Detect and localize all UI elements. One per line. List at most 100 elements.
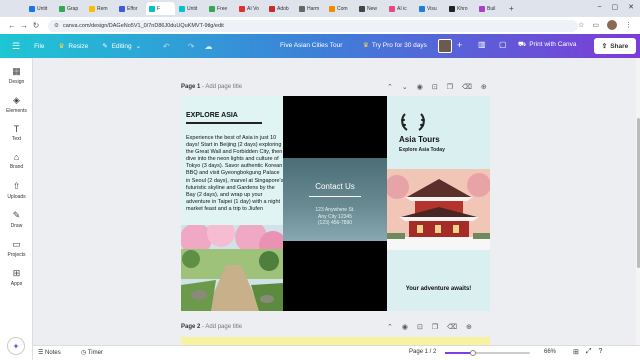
notes-button[interactable]: ☰ Notes	[38, 349, 61, 356]
chevron-down-icon[interactable]: ⌄	[402, 83, 408, 91]
sidebar-item-draw[interactable]: ✎ Draw	[0, 210, 33, 229]
site-info-icon[interactable]: ⚙	[54, 23, 59, 29]
duplicate-icon[interactable]: ❐	[432, 323, 438, 331]
collaborator-avatar[interactable]	[438, 39, 452, 53]
contact-panel[interactable]: Contact Us 123 Anywhere St. Any City 123…	[283, 158, 387, 241]
document-title[interactable]: Five Asian Cities Tour	[280, 42, 342, 49]
insights-icon[interactable]: ▥	[478, 40, 486, 49]
snowy-temple-image[interactable]	[387, 169, 490, 250]
brand-name[interactable]: Asia Tours	[399, 135, 440, 144]
sidebar-item-uploads[interactable]: ⇧ Uploads	[0, 181, 33, 200]
sidebar-item-projects[interactable]: ▭ Projects	[0, 239, 33, 258]
trash-icon[interactable]: ⌫	[462, 83, 472, 91]
zoom-slider[interactable]	[445, 350, 530, 356]
eye-icon[interactable]: ◉	[417, 83, 423, 91]
browser-tab[interactable]: AI ic	[386, 2, 415, 15]
browser-tab[interactable]: Untit	[26, 2, 55, 15]
chevron-up-icon[interactable]: ⌃	[387, 323, 393, 331]
browser-tab[interactable]: Free	[206, 2, 235, 15]
contact-title[interactable]: Contact Us	[283, 182, 387, 191]
browser-tab[interactable]: New	[356, 2, 385, 15]
comment-icon[interactable]: ▢	[499, 40, 507, 49]
tab-list: Untit Grap Rem Effor F Untit Free AI Vo Adob Harm…	[26, 2, 506, 15]
new-tab-button[interactable]: +	[509, 4, 514, 13]
browser-tab[interactable]: F	[146, 2, 175, 15]
lock-icon[interactable]: ⊡	[417, 323, 423, 331]
page-indicator[interactable]: Page 1 / 2	[409, 349, 436, 355]
page-number: Page 1	[181, 84, 201, 90]
add-collaborator-icon[interactable]: +	[457, 40, 462, 50]
browser-tab[interactable]: Adob	[266, 2, 295, 15]
laurel-wreath-icon[interactable]	[399, 112, 427, 132]
timer-button[interactable]: ◷ Timer	[81, 349, 103, 356]
add-page-icon[interactable]: ⊕	[481, 83, 487, 91]
contact-info[interactable]: 123 Anywhere St. Any City 12345 (123) 45…	[283, 207, 387, 227]
browser-tab[interactable]: Untit	[176, 2, 205, 15]
try-pro-button[interactable]: ♛ Try Pro for 30 days	[363, 41, 427, 50]
workspace-scrollbar[interactable]	[636, 58, 640, 345]
design-page-2[interactable]	[181, 337, 490, 345]
sidebar-item-design[interactable]: ▦ Design	[0, 66, 33, 85]
sidebar-item-brand[interactable]: ⌂ Brand	[0, 152, 33, 170]
trash-icon[interactable]: ⌫	[447, 323, 457, 331]
resize-button[interactable]: ♛ Resize	[58, 42, 89, 51]
sidebar-item-text[interactable]: T Text	[0, 124, 33, 142]
contact-phone: (123) 456-7890	[317, 220, 353, 226]
grid-view-icon[interactable]: ⊞	[573, 348, 579, 356]
back-icon[interactable]: ←	[6, 21, 18, 30]
reload-icon[interactable]: ↻	[30, 21, 42, 30]
print-button[interactable]: ⛟ Print with Canva	[518, 40, 577, 49]
help-icon[interactable]: ?	[598, 348, 602, 356]
zoom-slider-handle[interactable]	[470, 350, 477, 356]
duplicate-icon[interactable]: ❐	[447, 83, 453, 91]
browser-tab[interactable]: AI Vo	[236, 2, 265, 15]
editing-mode-dropdown[interactable]: ✎ Editing ⌄	[102, 42, 141, 51]
forward-icon[interactable]: →	[18, 21, 30, 30]
adventure-tagline[interactable]: Your adventure awaits!	[387, 286, 490, 292]
chevron-up-icon[interactable]: ⌃	[387, 83, 393, 91]
sidebar-item-elements[interactable]: ◈ Elements	[0, 95, 33, 114]
page-2-label[interactable]: Page 2 - Add page title	[181, 324, 242, 330]
minimize-icon[interactable]: –	[598, 3, 602, 11]
tab-favicon-icon	[119, 5, 125, 12]
zoom-level[interactable]: 66%	[544, 349, 556, 355]
page-title-placeholder[interactable]: Add page title	[205, 324, 242, 330]
browser-tab[interactable]: Harm	[296, 2, 325, 15]
magic-assistant-icon[interactable]: ✦	[7, 337, 25, 355]
itinerary-text[interactable]: Experience the best of Asia in just 10 d…	[186, 135, 284, 213]
tab-label: AI ic	[397, 5, 407, 12]
close-icon[interactable]: ✕	[628, 3, 634, 11]
explore-heading[interactable]: EXPLORE ASIA	[186, 112, 238, 119]
editor-header: ☰ File ♛ Resize ✎ Editing ⌄ ↶ ↷ ☁ Five A…	[0, 34, 640, 58]
undo-icon[interactable]: ↶	[163, 42, 170, 51]
page-1-label[interactable]: Page 1 - Add page title	[181, 84, 242, 90]
page-title-placeholder[interactable]: Add page title	[205, 84, 242, 90]
browser-tab[interactable]: Com	[326, 2, 355, 15]
browser-tab[interactable]: Visu	[416, 2, 445, 15]
add-page-icon[interactable]: ⊕	[466, 323, 472, 331]
sidebar-item-apps[interactable]: ⊞ Apps	[0, 268, 33, 287]
redo-icon[interactable]: ↷	[188, 42, 195, 51]
browser-tab[interactable]: Khro	[446, 2, 475, 15]
profile-avatar[interactable]	[607, 20, 617, 30]
design-page-1[interactable]: EXPLORE ASIA Experience the best of Asia…	[181, 96, 490, 311]
browser-tab[interactable]: Rem	[86, 2, 115, 15]
japanese-garden-image[interactable]	[181, 225, 283, 311]
extensions-icon[interactable]: ▭	[592, 21, 599, 29]
file-menu[interactable]: File	[34, 43, 44, 50]
browser-tab[interactable]: Grap	[56, 2, 85, 15]
browser-tab[interactable]: Effor	[116, 2, 145, 15]
bookmark-star-icon[interactable]: ☆	[578, 21, 584, 29]
eye-icon[interactable]: ◉	[402, 323, 408, 331]
brand-tagline[interactable]: Explore Asia Today	[399, 147, 445, 153]
lock-icon[interactable]: ⊡	[432, 83, 438, 91]
share-button[interactable]: ⇪ Share	[594, 38, 636, 54]
apps-icon: ⊞	[12, 268, 21, 278]
url-input[interactable]: ⚙ canva.com/design/DAGeNo5V1_0/7nD86J0du…	[48, 19, 578, 32]
maximize-icon[interactable]: ▢	[612, 3, 619, 11]
browser-menu-icon[interactable]: ⋮	[625, 21, 632, 29]
crown-icon: ♛	[58, 43, 65, 50]
fullscreen-icon[interactable]: ⤢	[586, 348, 592, 356]
menu-icon[interactable]: ☰	[12, 41, 20, 52]
browser-tab[interactable]: Buil	[476, 2, 505, 15]
